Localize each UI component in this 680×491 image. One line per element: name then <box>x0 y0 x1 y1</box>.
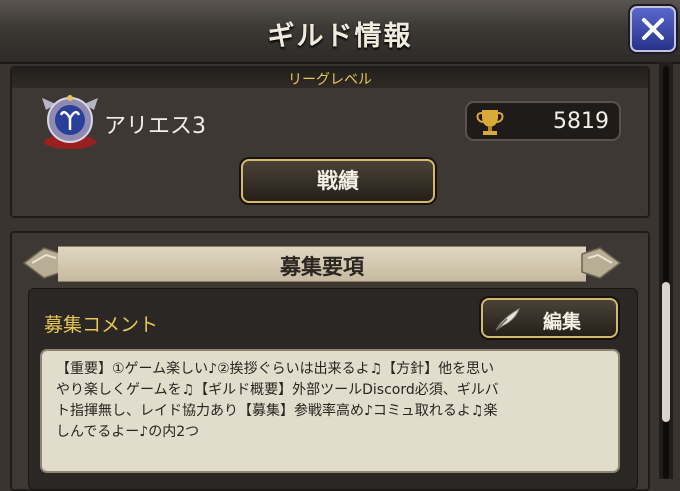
close-button[interactable] <box>630 6 676 52</box>
trophy-icon <box>476 110 504 135</box>
league-panel: リーグレベル アリエス3 5819 戦績 <box>10 66 650 218</box>
title-bar: ギルド情報 <box>0 0 680 64</box>
league-level-strip: リーグレベル <box>12 68 648 88</box>
edit-label: 編集 <box>543 311 582 333</box>
recruit-comment-text-box: 【重要】①ゲーム楽しい♪②挨拶ぐらいは出来るよ♫【方針】他を思い やり楽しくゲー… <box>40 349 620 473</box>
trophy-value: 5819 <box>553 109 609 134</box>
quill-icon <box>495 307 520 331</box>
scroll-thumb[interactable] <box>662 282 670 422</box>
aries-emblem-icon <box>42 95 98 149</box>
scrollbar[interactable] <box>659 62 673 479</box>
league-name: アリエス3 <box>104 114 206 139</box>
close-icon <box>642 18 664 40</box>
recruit-comment-label: 募集コメント <box>44 314 159 336</box>
recruit-comment-text: 【重要】①ゲーム楽しい♪②挨拶ぐらいは出来るよ♫【方針】他を思い やり楽しくゲー… <box>56 361 499 440</box>
trophy-count-box: 5819 <box>465 101 621 141</box>
recruitment-title: 募集要項 <box>280 255 364 279</box>
record-button[interactable]: 戦績 <box>241 159 435 203</box>
recruitment-banner: 募集要項 <box>22 244 622 282</box>
page-title: ギルド情報 <box>267 21 413 52</box>
edit-button[interactable]: 編集 <box>481 298 618 338</box>
league-level-label: リーグレベル <box>288 72 372 88</box>
